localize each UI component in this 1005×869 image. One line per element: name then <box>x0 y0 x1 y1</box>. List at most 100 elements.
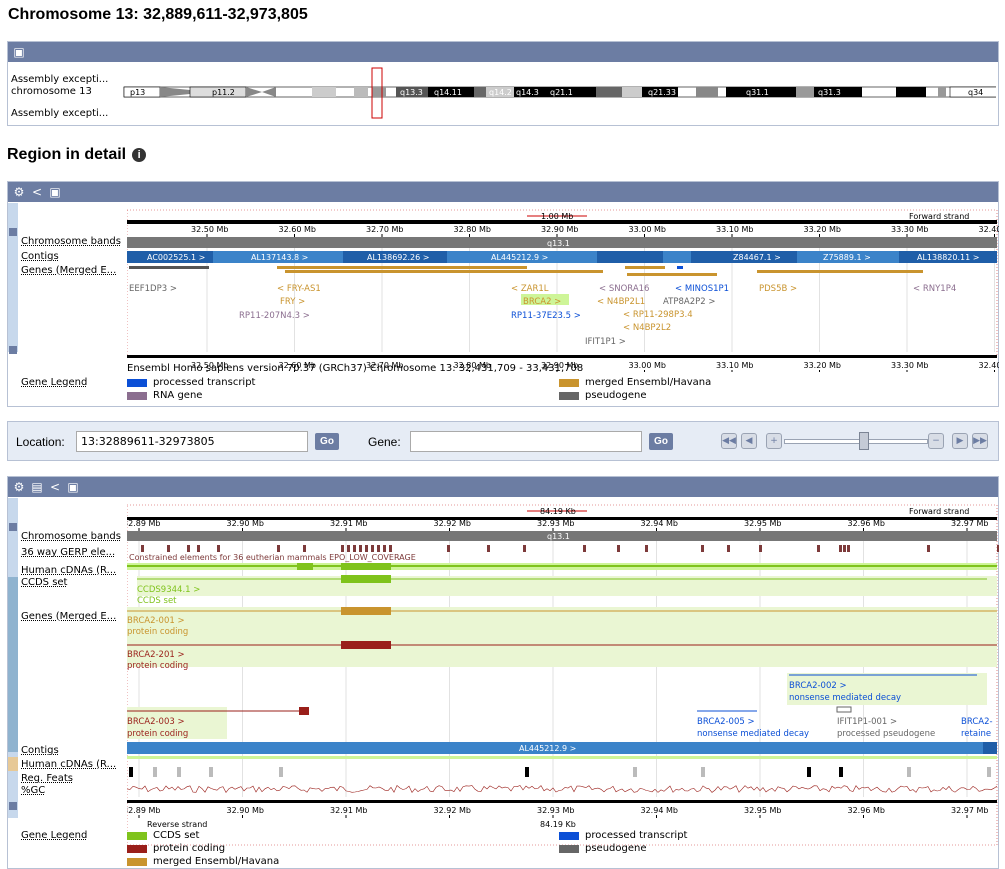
track-label[interactable]: Contigs <box>21 745 59 756</box>
chromosome-ideogram[interactable]: p13 p11.2 q13.3 q14.11 q14.2 q14.3 q21.1… <box>116 64 996 124</box>
zoom-in-icon[interactable]: + <box>766 433 782 449</box>
legend-label: merged Ensembl/Havana <box>585 377 712 388</box>
constrained-element <box>377 545 380 552</box>
transcript-name[interactable]: BRCA2-201 > <box>127 650 185 660</box>
gene-label: Gene: <box>368 435 401 449</box>
transcript-name[interactable]: BRCA2-001 > <box>127 616 185 626</box>
track-label[interactable]: Chromosome bands <box>21 531 121 542</box>
gene-label[interactable]: IFIT1P1 > <box>585 337 626 347</box>
band-label: q14.3 <box>516 88 539 97</box>
transcript-name[interactable]: IFIT1P1-001 > <box>837 717 897 727</box>
zoom-slider-track[interactable] <box>784 439 928 444</box>
track-label[interactable]: 36 way GERP ele... <box>21 547 115 558</box>
regulatory-feature[interactable] <box>129 767 133 777</box>
gene-label[interactable]: BRCA2 > <box>523 297 561 307</box>
track-label[interactable]: Human cDNAs (R... <box>21 759 116 770</box>
regulatory-feature[interactable] <box>701 767 705 777</box>
location-input[interactable] <box>76 431 308 452</box>
contig-label[interactable]: Z84467.1 > <box>733 253 781 262</box>
contig-label[interactable]: AL445212.9 > <box>491 253 548 262</box>
transcript-name[interactable]: BRCA2- <box>961 717 993 727</box>
constrained-element <box>353 545 356 552</box>
contig-label[interactable]: AL138692.26 > <box>367 253 429 262</box>
gene-label[interactable]: RP11-207N4.3 > <box>239 311 310 321</box>
scroll-up-icon[interactable] <box>9 523 17 531</box>
transcript-name[interactable]: BRCA2-003 > <box>127 717 185 727</box>
regulatory-feature[interactable] <box>279 767 283 777</box>
image-export-icon[interactable]: ▣ <box>67 480 79 494</box>
transcript-name[interactable]: BRCA2-002 > <box>789 681 847 691</box>
regulatory-feature[interactable] <box>209 767 213 777</box>
gene-label[interactable]: < RP11-298P3.4 <box>623 310 693 320</box>
jump-back-icon[interactable]: ◀◀ <box>721 433 737 449</box>
tick-label: 33.20 Mb <box>804 361 841 370</box>
info-icon[interactable]: i <box>132 148 147 162</box>
tick-label: 32.94 Mb <box>641 519 678 528</box>
track-label[interactable]: Contigs <box>21 251 59 262</box>
regulatory-feature[interactable] <box>839 767 843 777</box>
transcript-name[interactable]: CCDS9344.1 > <box>137 585 200 595</box>
gene-label[interactable]: < SNORA16 <box>599 284 649 294</box>
gene-label[interactable]: PDS5B > <box>759 284 797 294</box>
location-go-button[interactable]: Go <box>315 433 339 450</box>
gene-label[interactable]: RP11-37E23.5 > <box>511 311 581 321</box>
constrained-element <box>341 545 344 552</box>
legend-item: CCDS set <box>127 830 199 841</box>
gene-label[interactable]: < N4BP2L2 <box>623 323 671 333</box>
contig-label[interactable]: AC002525.1 > <box>147 253 205 262</box>
step-forward-icon[interactable]: ▶ <box>952 433 968 449</box>
track-label[interactable]: Reg. Feats <box>21 773 73 784</box>
document-icon[interactable]: ▤ <box>31 480 43 494</box>
zoom-out-icon[interactable]: − <box>928 433 944 449</box>
share-icon[interactable]: < <box>31 185 43 199</box>
gene-label[interactable]: < FRY-AS1 <box>277 284 321 294</box>
zoom-slider-handle[interactable] <box>859 432 869 450</box>
regulatory-feature[interactable] <box>177 767 181 777</box>
regulatory-feature[interactable] <box>987 767 991 777</box>
gear-icon[interactable]: ⚙ <box>13 185 25 199</box>
track-label[interactable]: Genes (Merged E... <box>21 611 116 622</box>
scroll-down-icon[interactable] <box>9 802 17 810</box>
band-label: q21.33 <box>648 88 676 97</box>
gene-label[interactable]: < MINOS1P1 <box>675 284 729 294</box>
gene-go-button[interactable]: Go <box>649 433 673 450</box>
gene-label[interactable]: < ZAR1L <box>511 284 549 294</box>
regulatory-feature[interactable] <box>633 767 637 777</box>
contig-label[interactable]: AL137143.8 > <box>251 253 308 262</box>
image-export-icon[interactable]: ▣ <box>49 185 61 199</box>
track-label[interactable]: CCDS set <box>21 577 67 588</box>
regulatory-feature[interactable] <box>525 767 529 777</box>
panel-toolbar: ⚙ < ▣ <box>8 182 998 202</box>
regulatory-feature[interactable] <box>907 767 911 777</box>
gene-label[interactable]: ATP8A2P2 > <box>663 297 715 307</box>
track-label[interactable]: Chromosome bands <box>21 236 121 247</box>
gene-label[interactable]: EEF1DP3 > <box>129 284 177 294</box>
gene-label[interactable]: < N4BP2L1 <box>597 297 645 307</box>
track-label[interactable]: %GC <box>21 785 45 796</box>
track-label[interactable]: Human cDNAs (R... <box>21 565 116 576</box>
constrained-element <box>277 545 280 552</box>
tick-label: 32.40 <box>979 225 1000 234</box>
scroll-down-icon[interactable] <box>9 346 17 354</box>
scroll-up-icon[interactable] <box>9 228 17 236</box>
contig-label[interactable]: AL445212.9 > <box>519 744 576 753</box>
regulatory-feature[interactable] <box>153 767 157 777</box>
image-export-icon[interactable]: ▣ <box>13 45 25 59</box>
panel-toolbar: ⚙ ▤ < ▣ <box>8 477 998 497</box>
overview-tracks[interactable]: 1.00 Mb Forward strand 32.50 Mb 32.60 Mb 3… <box>127 202 999 372</box>
gene-input[interactable] <box>410 431 642 452</box>
gear-icon[interactable]: ⚙ <box>13 480 25 494</box>
contig-label[interactable]: Z75889.1 > <box>823 253 871 262</box>
jump-forward-icon[interactable]: ▶▶ <box>972 433 988 449</box>
regulatory-feature[interactable] <box>807 767 811 777</box>
contig-label[interactable]: AL138820.11 > <box>917 253 979 262</box>
legend-label: protein coding <box>153 843 226 854</box>
track-label[interactable]: Genes (Merged E... <box>21 265 116 276</box>
detail-tracks[interactable]: 84.19 Kb Forward strand 32.89 Mb 32.90 Mb… <box>127 497 999 857</box>
constrained-element <box>847 545 850 552</box>
gene-label[interactable]: < RNY1P4 <box>913 284 956 294</box>
share-icon[interactable]: < <box>49 480 61 494</box>
gene-label[interactable]: FRY > <box>280 297 305 307</box>
step-back-icon[interactable]: ◀ <box>741 433 757 449</box>
transcript-name[interactable]: BRCA2-005 > <box>697 717 755 727</box>
